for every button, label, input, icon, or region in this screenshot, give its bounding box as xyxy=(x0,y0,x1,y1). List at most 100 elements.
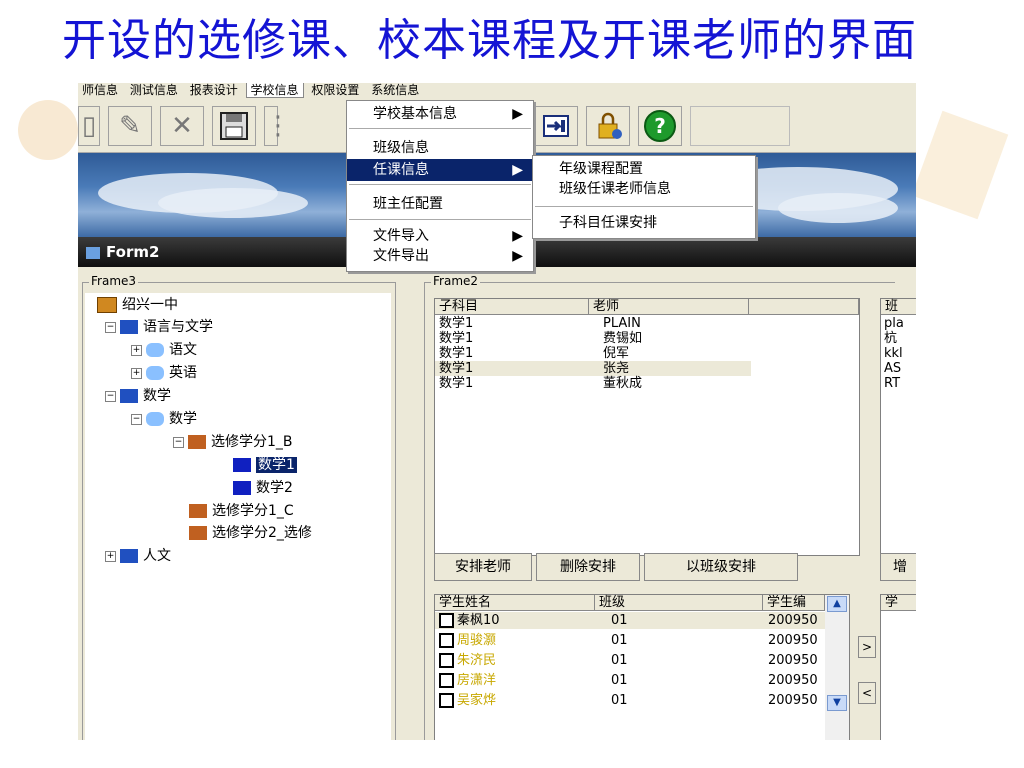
submenu-arrow-icon: ▶ xyxy=(512,248,523,264)
student-id[interactable]: 200950 xyxy=(768,693,818,708)
checkbox[interactable] xyxy=(439,693,454,708)
delete-icon[interactable]: ✕ xyxy=(160,106,204,146)
menu-system-info[interactable]: 系统信息 xyxy=(367,83,423,97)
column-header[interactable]: 学生编 xyxy=(763,595,825,611)
submenu-item-subject-arrangement[interactable]: 子科目任课安排 xyxy=(533,212,755,234)
student-id[interactable]: 200950 xyxy=(768,613,818,628)
menu-item-file-export[interactable]: 文件导出 ▶ xyxy=(347,245,533,267)
student-name[interactable]: 秦枫10 xyxy=(439,613,500,628)
menu-school-info[interactable]: 学校信息 xyxy=(245,83,304,98)
list-item[interactable]: AS xyxy=(884,361,901,376)
selected-row[interactable] xyxy=(435,361,751,376)
student-class[interactable]: 01 xyxy=(611,653,628,668)
edit-icon[interactable]: ✎ xyxy=(108,106,152,146)
tree-node-english[interactable]: + 英语 xyxy=(131,363,197,383)
tree-node-math-group[interactable]: − 数学 xyxy=(105,386,171,406)
save-icon[interactable] xyxy=(212,106,256,146)
checkbox[interactable] xyxy=(439,613,454,628)
add-button[interactable]: 增 xyxy=(880,553,916,581)
checkbox[interactable] xyxy=(439,653,454,668)
expand-icon[interactable]: + xyxy=(105,550,116,562)
menu-item-file-import[interactable]: 文件导入 ▶ xyxy=(347,225,533,247)
tree-node-school[interactable]: 绍兴一中 xyxy=(97,295,178,315)
tree-node-math[interactable]: − 数学 xyxy=(131,409,197,429)
collapse-icon[interactable]: − xyxy=(105,390,116,402)
menu-item-head-teacher[interactable]: 班主任配置 xyxy=(347,193,533,215)
list-item[interactable]: kkl xyxy=(884,346,903,361)
tree-node-lang[interactable]: − 语言与文学 xyxy=(105,317,213,337)
selected-student-list: 学 xyxy=(880,594,916,740)
student-class[interactable]: 01 xyxy=(611,613,628,628)
student-class[interactable]: 01 xyxy=(611,673,628,688)
arrange-teacher-button[interactable]: 安排老师 xyxy=(434,553,532,581)
menu-item-teaching-info[interactable]: 任课信息 ▶ xyxy=(347,159,533,181)
new-file-icon[interactable]: ▯ xyxy=(78,106,100,146)
table-cell[interactable]: 倪军 xyxy=(603,346,629,361)
table-cell[interactable]: 数学1 xyxy=(439,361,473,376)
arrange-by-class-button[interactable]: 以班级安排 xyxy=(644,553,798,581)
lock-icon[interactable] xyxy=(586,106,630,146)
student-name[interactable]: 房潇洋 xyxy=(439,673,496,688)
scroll-up-icon[interactable]: ▲ xyxy=(827,596,847,612)
tree-node-chinese[interactable]: + 语文 xyxy=(131,340,197,360)
list-item[interactable]: 杭 xyxy=(884,331,897,346)
move-left-button[interactable]: < xyxy=(858,682,876,704)
tools-icon xyxy=(189,526,207,540)
course-tree: 绍兴一中 − 语言与文学 + 语文 + 英语 − 数学 − 数学 − 选修学分1_B 数学1 xyxy=(85,293,391,740)
student-id[interactable]: 200950 xyxy=(768,673,818,688)
column-header[interactable]: 班级 xyxy=(595,595,763,611)
submenu-item-class-teacher[interactable]: 班级任课老师信息 xyxy=(533,178,755,200)
table-cell[interactable]: 数学1 xyxy=(439,331,473,346)
tree-node-elective1c[interactable]: 选修学分1_C xyxy=(189,501,294,521)
student-id[interactable]: 200950 xyxy=(768,633,818,648)
collapse-icon[interactable]: − xyxy=(105,321,116,333)
collapse-icon[interactable]: − xyxy=(173,436,184,448)
student-class[interactable]: 01 xyxy=(611,693,628,708)
table-cell[interactable]: PLAIN xyxy=(603,316,641,331)
table-cell[interactable]: 数学1 xyxy=(439,346,473,361)
checkbox[interactable] xyxy=(439,633,454,648)
import-icon[interactable] xyxy=(534,106,578,146)
tree-label: 选修学分2_选修 xyxy=(212,525,312,541)
tree-node-humanities[interactable]: + 人文 xyxy=(105,546,171,566)
tree-node-elective2[interactable]: 选修学分2_选修 xyxy=(189,523,312,543)
tree-node-math1[interactable]: 数学1 xyxy=(233,455,297,475)
column-header[interactable]: 班 xyxy=(881,299,916,315)
submenu-item-grade-course[interactable]: 年级课程配置 xyxy=(533,158,755,180)
table-cell[interactable]: 数学1 xyxy=(439,316,473,331)
delete-arrangement-button[interactable]: 删除安排 xyxy=(536,553,640,581)
list-item[interactable]: RT xyxy=(884,376,900,391)
menu-item-school-basic[interactable]: 学校基本信息 ▶ xyxy=(347,103,533,125)
column-header[interactable]: 子科目 xyxy=(435,299,589,315)
student-id[interactable]: 200950 xyxy=(768,653,818,668)
scrollbar[interactable]: ▲ ▼ xyxy=(825,595,849,740)
tree-node-elective1b[interactable]: − 选修学分1_B xyxy=(173,432,293,452)
expand-icon[interactable]: + xyxy=(131,344,142,356)
student-name[interactable]: 周骏灏 xyxy=(439,633,496,648)
menu-teacher-info[interactable]: 师信息 xyxy=(78,83,122,97)
tree-label: 语文 xyxy=(169,342,197,358)
checkbox[interactable] xyxy=(439,673,454,688)
collapse-icon[interactable]: − xyxy=(131,413,142,425)
move-right-button[interactable]: > xyxy=(858,636,876,658)
student-name[interactable]: 吴家烨 xyxy=(439,693,496,708)
tree-node-math2[interactable]: 数学2 xyxy=(233,478,293,498)
expand-icon[interactable]: + xyxy=(131,367,142,379)
menu-report-design[interactable]: 报表设计 xyxy=(186,83,242,97)
menu-item-class-info[interactable]: 班级信息 xyxy=(347,137,533,159)
menu-permission[interactable]: 权限设置 xyxy=(307,83,363,97)
column-header[interactable]: 学 xyxy=(881,595,916,611)
scroll-down-icon[interactable]: ▼ xyxy=(827,695,847,711)
tree-label: 绍兴一中 xyxy=(122,297,178,313)
menu-test-info[interactable]: 测试信息 xyxy=(126,83,182,97)
column-header[interactable]: 老师 xyxy=(589,299,749,315)
table-cell[interactable]: 董秋成 xyxy=(603,376,642,391)
table-cell[interactable]: 数学1 xyxy=(439,376,473,391)
table-cell[interactable]: 张尧 xyxy=(603,361,629,376)
table-cell[interactable]: 费锡如 xyxy=(603,331,642,346)
student-class[interactable]: 01 xyxy=(611,633,628,648)
column-header[interactable]: 学生姓名 xyxy=(435,595,595,611)
help-icon[interactable]: ? xyxy=(638,106,682,146)
student-name[interactable]: 朱济民 xyxy=(439,653,496,668)
list-item[interactable]: pla xyxy=(884,316,904,331)
